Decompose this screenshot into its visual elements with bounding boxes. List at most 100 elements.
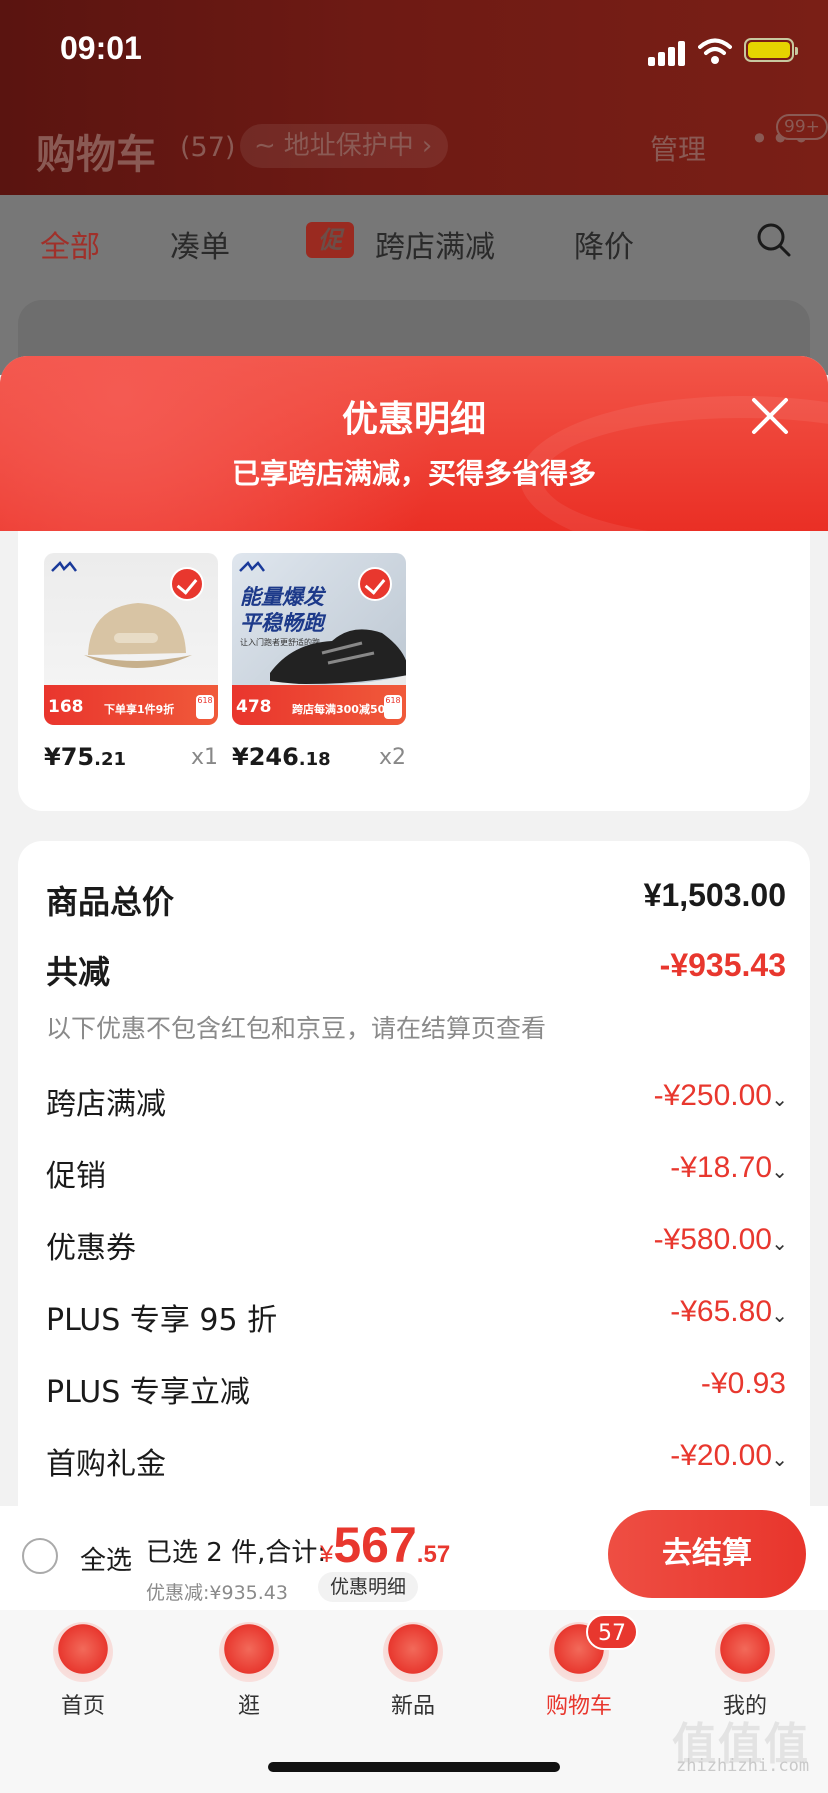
watermark-text: zhizhizhi.com	[676, 1756, 810, 1776]
tab-label: 新品	[390, 1694, 435, 1719]
promo-text: 跨店每满300减50	[292, 703, 386, 716]
price-summary-card: 商品总价 ¥1,503.00 共减 -¥935.43 以下优惠不包含红包和京豆，…	[18, 841, 810, 1506]
filter-price-drop[interactable]: 降价	[574, 222, 634, 266]
discount-value: -¥18.70	[670, 1151, 772, 1184]
chevron-down-icon[interactable]: ⌄	[771, 1159, 788, 1183]
total-price: ¥567.57	[320, 1517, 451, 1573]
sheet-title: 优惠明细	[341, 399, 486, 440]
total-value: ¥1,503.00	[643, 877, 786, 913]
discount-detail-link[interactable]: 优惠明细	[318, 1572, 419, 1602]
tab-bar: 首页 逛 新品 购物车 57 我的 值值值 zhizhizhi.com	[0, 1610, 828, 1793]
chevron-down-icon[interactable]: ⌄	[771, 1303, 788, 1327]
tab-label: 购物车	[545, 1694, 612, 1719]
tab-new[interactable]: 新品	[358, 1622, 468, 1720]
discount-value: -¥580.00	[653, 1223, 772, 1256]
new-icon	[383, 1622, 443, 1682]
product-price: ¥246.18	[232, 743, 331, 771]
discount-value: -¥250.00	[653, 1079, 772, 1112]
tab-label: 首页	[60, 1694, 105, 1719]
discount-label: PLUS 专享 95 折	[46, 1303, 278, 1338]
discount-detail-sheet: 优惠明细 已享跨店满减，买得多省得多 168 下单享1件9折 618 ¥75.2…	[0, 356, 828, 1506]
address-protection-label: 地址保护中	[283, 131, 414, 161]
discount-label: 优惠券	[46, 1231, 136, 1266]
discount-label: 首购礼金	[46, 1447, 166, 1482]
checkout-button[interactable]: 去结算	[608, 1510, 806, 1598]
chevron-down-icon[interactable]: ⌄	[771, 1087, 788, 1111]
filter-all[interactable]: 全部	[40, 222, 100, 266]
sheet-header: 优惠明细 已享跨店满减，买得多省得多	[0, 356, 828, 560]
filter-bundle[interactable]: 凑单	[170, 222, 230, 266]
discount-label: 促销	[46, 1159, 106, 1194]
discount-row-plus-instant: PLUS 专享立减 -¥0.93	[46, 1367, 786, 1411]
chevron-down-icon[interactable]: ⌄	[771, 1447, 788, 1471]
product-image[interactable]: 168 下单享1件9折 618	[44, 553, 218, 725]
discount-row-cross-store[interactable]: 跨店满减 -¥250.00 ⌄	[46, 1079, 788, 1123]
select-all-radio[interactable]	[22, 1538, 58, 1574]
message-badge: 99+	[776, 114, 828, 140]
tab-explore[interactable]: 逛	[194, 1622, 304, 1720]
product-item-shoe[interactable]: 能量爆发 平稳畅跑 让入门跑者更舒适的跑 478 跨店每满300减50 618 …	[232, 553, 406, 771]
cap-illustration	[84, 603, 192, 668]
explore-icon	[219, 1622, 279, 1682]
discount-value: -¥20.00	[670, 1439, 772, 1472]
summary-row-reduce: 共减 -¥935.43	[46, 947, 786, 991]
promo-price: 478	[236, 697, 272, 717]
product-quantity: x2	[378, 745, 406, 770]
signal-icon	[648, 40, 688, 66]
discount-value: -¥65.80	[670, 1295, 772, 1328]
discount-summary: 优惠减:¥935.43	[146, 1582, 288, 1604]
product-item-cap[interactable]: 168 下单享1件9折 618 ¥75.21 x1	[44, 553, 218, 771]
discount-row-plus-95[interactable]: PLUS 专享 95 折 -¥65.80 ⌄	[46, 1295, 788, 1339]
cart-badge: 57	[586, 1614, 638, 1650]
promo-banner: 478 跨店每满300减50 618	[232, 685, 406, 725]
promo-price: 168	[48, 697, 84, 717]
discount-row-first-purchase[interactable]: 首购礼金 -¥20.00 ⌄	[46, 1439, 788, 1483]
brand-logo	[238, 561, 266, 575]
tab-label: 逛	[237, 1694, 260, 1719]
discount-label: PLUS 专享立减	[46, 1375, 250, 1410]
search-icon[interactable]	[756, 222, 792, 258]
discount-row-coupon[interactable]: 优惠券 -¥580.00 ⌄	[46, 1223, 788, 1267]
brand-logo	[50, 561, 78, 575]
selected-products-card: 168 下单享1件9折 618 ¥75.21 x1 能量爆发 平稳畅跑 让入门跑…	[18, 531, 810, 811]
tab-profile[interactable]: 我的	[690, 1622, 800, 1720]
product-image[interactable]: 能量爆发 平稳畅跑 让入门跑者更舒适的跑 478 跨店每满300减50 618	[232, 553, 406, 725]
promo-618-icon: 618	[196, 695, 214, 719]
total-label: 商品总价	[46, 883, 175, 921]
select-all-label[interactable]: 全选	[80, 1540, 132, 1577]
page-title: 购物车	[36, 133, 156, 177]
status-bar: 09:01	[0, 0, 828, 100]
promo-banner: 168 下单享1件9折 618	[44, 685, 218, 725]
product-quantity: x1	[190, 745, 218, 770]
selected-summary: 已选 2 件,合计:	[146, 1538, 327, 1568]
product-price: ¥75.21	[44, 743, 126, 771]
close-icon[interactable]	[748, 394, 792, 438]
home-indicator	[268, 1762, 560, 1772]
discount-note: 以下优惠不包含红包和京豆，请在结算页查看	[46, 1014, 547, 1043]
discount-row-promotion[interactable]: 促销 -¥18.70 ⌄	[46, 1151, 788, 1195]
checked-icon[interactable]	[170, 567, 204, 601]
cart-count: (57)	[180, 132, 236, 163]
battery-icon	[744, 38, 798, 62]
manage-button[interactable]: 管理	[650, 128, 706, 168]
status-time: 09:01	[60, 30, 142, 66]
address-protection-pill[interactable]: ∼ 地址保护中 ›	[240, 124, 449, 168]
reduce-value: -¥935.43	[659, 947, 786, 983]
sheet-subtitle: 已享跨店满减，买得多省得多	[231, 457, 596, 490]
promo-text: 下单享1件9折	[104, 703, 175, 716]
home-icon	[53, 1622, 113, 1682]
wifi-icon	[698, 38, 732, 64]
summary-row-total: 商品总价 ¥1,503.00	[46, 877, 786, 921]
checked-icon[interactable]	[358, 567, 392, 601]
filter-cross-store[interactable]: 跨店满减	[375, 222, 495, 266]
promo-tag: 促	[306, 222, 354, 258]
discount-label: 跨店满减	[46, 1087, 166, 1122]
promo-618-icon: 618	[384, 695, 402, 719]
discount-value: -¥0.93	[700, 1367, 786, 1400]
eye-icon: ∼	[254, 131, 276, 161]
chevron-down-icon[interactable]: ⌄	[771, 1231, 788, 1255]
profile-icon	[715, 1622, 775, 1682]
chevron-right-icon: ›	[421, 131, 433, 161]
checkout-bar: 全选 已选 2 件,合计: ¥567.57 优惠减:¥935.43 优惠明细 去…	[0, 1506, 828, 1610]
tab-home[interactable]: 首页	[28, 1622, 138, 1720]
